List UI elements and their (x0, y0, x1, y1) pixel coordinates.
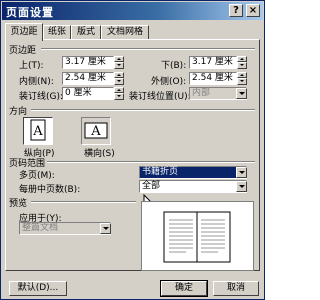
landscape-option[interactable]: A (81, 117, 111, 145)
spin-down-icon[interactable] (114, 93, 124, 100)
cancel-button[interactable]: 取消 (213, 281, 259, 296)
portrait-option[interactable]: A (23, 117, 53, 145)
pages-separator (47, 161, 255, 163)
outside-margin-label: 外侧(O): (151, 77, 187, 87)
spin-down-icon[interactable] (114, 62, 124, 69)
preview-separator (31, 201, 136, 203)
landscape-label: 横向(S) (84, 149, 115, 159)
inside-margin-spinner[interactable] (114, 72, 124, 85)
preview-box (141, 201, 254, 271)
margins-separator (41, 48, 255, 50)
gutter-input[interactable]: 0 厘米 (62, 87, 114, 100)
spin-down-icon[interactable] (237, 78, 247, 85)
margins-group-title: 页边距 (9, 46, 37, 56)
outside-margin-spinner[interactable] (237, 72, 247, 85)
tab-paper[interactable]: 纸张 (43, 25, 71, 39)
help-button[interactable]: ? (229, 4, 243, 17)
portrait-page-icon: A (30, 119, 46, 141)
spin-down-icon[interactable] (237, 62, 247, 69)
page-setup-dialog: 页面设置 ? × 页边距 纸张 版式 文档网格 页边距 上(T): 3.17 厘… (0, 0, 265, 300)
bottom-margin-label: 下(B): (161, 61, 187, 71)
top-margin-input[interactable]: 3.17 厘米 (62, 56, 114, 69)
ok-button[interactable]: 确定 (160, 280, 208, 297)
chevron-down-icon[interactable] (236, 88, 247, 99)
preview-group-title: 预览 (9, 199, 28, 209)
svg-text:A: A (90, 124, 101, 139)
apply-to-select[interactable]: 整篇文档 (19, 222, 111, 235)
orientation-separator (31, 109, 255, 111)
title-bar: 页面设置 ? × (2, 2, 263, 20)
top-margin-spinner[interactable] (114, 56, 124, 69)
gutter-label: 装订线(G): (19, 92, 64, 102)
chevron-down-icon[interactable] (100, 223, 111, 234)
bottom-margin-spinner[interactable] (237, 56, 247, 69)
chevron-down-icon[interactable] (236, 167, 247, 178)
window-title: 页面设置 (6, 6, 54, 19)
tab-margins[interactable]: 页边距 (5, 23, 43, 41)
orientation-group-title: 方向 (9, 107, 28, 117)
spin-down-icon[interactable] (114, 78, 124, 85)
outside-margin-input[interactable]: 2.54 厘米 (189, 72, 237, 85)
top-margin-label: 上(T): (19, 61, 44, 71)
gutter-spinner[interactable] (114, 87, 124, 100)
default-button[interactable]: 默认(D)... (9, 281, 67, 296)
svg-text:A: A (32, 124, 43, 139)
tab-document-grid[interactable]: 文档网格 (101, 25, 149, 39)
sheets-per-booklet-label: 每册中页数(B): (19, 185, 81, 195)
close-button[interactable]: × (246, 4, 260, 17)
chevron-down-icon[interactable] (236, 181, 247, 192)
bottom-margin-input[interactable]: 3.17 厘米 (189, 56, 237, 69)
book-fold-preview-icon (163, 211, 231, 263)
landscape-page-icon: A (84, 122, 108, 139)
multiple-pages-label: 多页(M): (19, 171, 55, 181)
tab-layout[interactable]: 版式 (71, 25, 101, 39)
inside-margin-label: 内侧(N): (19, 77, 54, 87)
inside-margin-input[interactable]: 2.54 厘米 (62, 72, 114, 85)
multiple-pages-select[interactable]: 书籍折页 (139, 166, 247, 179)
gutter-position-label: 装订线位置(U): (129, 92, 191, 102)
sheets-per-booklet-select[interactable]: 全部 (139, 180, 247, 193)
